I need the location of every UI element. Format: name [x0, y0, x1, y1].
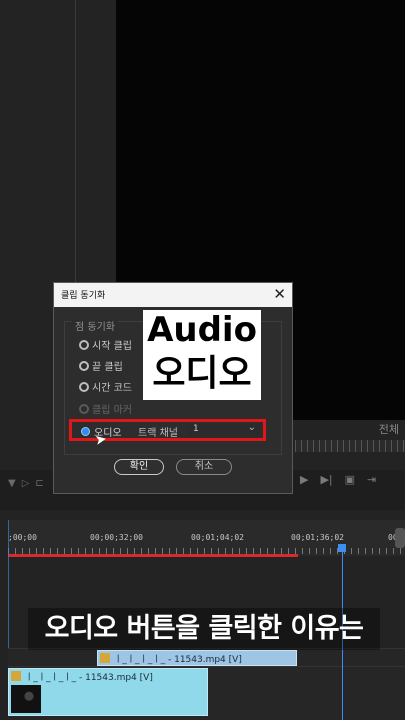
- step-forward-icon[interactable]: ▶|: [320, 473, 332, 486]
- timeline-clip[interactable]: ㅣ_ㅣ_ㅣ_ㅣ_ - 11543.mp4 [V]: [8, 668, 208, 716]
- audio-overlay-card: Audio 오디오: [143, 310, 261, 400]
- radio-start-clip[interactable]: 시작 클립: [79, 337, 132, 352]
- radio-icon: [79, 403, 89, 414]
- option-label: 시작 클립: [92, 341, 132, 352]
- radio-icon: [79, 381, 89, 392]
- group-label: 점 동기화: [72, 318, 118, 333]
- dialog-title: 클립 동기화: [61, 291, 106, 301]
- insert-icon[interactable]: ⇥: [367, 473, 376, 486]
- track-channel-label: 트랙 채널: [138, 428, 178, 439]
- fx-badge-icon: [11, 671, 21, 681]
- playhead-handle[interactable]: [338, 544, 346, 552]
- ruler-tick-label: 00;01;04;02: [191, 533, 244, 542]
- fit-dropdown[interactable]: 전체: [379, 421, 399, 437]
- filter-icon[interactable]: ▼: [8, 478, 16, 489]
- fx-badge-icon: [100, 653, 110, 663]
- mouse-cursor-icon: ➤: [93, 431, 109, 449]
- option-label: 시간 코드: [92, 383, 132, 394]
- left-tool-icons: ▼ ▷ ⊏: [8, 478, 44, 489]
- ruler-tick-label: 00;00;32;00: [90, 533, 143, 542]
- radio-timecode[interactable]: 시간 코드: [79, 379, 132, 394]
- close-icon[interactable]: ✕: [273, 285, 286, 303]
- overlay-english-text: Audio: [147, 310, 257, 350]
- option-label: 끝 클립: [92, 362, 123, 373]
- radio-clip-marker[interactable]: 클립 마커: [79, 401, 132, 416]
- overlay-korean-text: 오디오: [152, 353, 252, 394]
- timeline-clip[interactable]: ㅣ_ㅣ_ㅣ_ㅣ_ - 11543.mp4 [V]: [97, 650, 297, 666]
- ruler-tick-label: ;00;00: [8, 533, 37, 542]
- track-channel-select[interactable]: 1 ⌄: [188, 422, 260, 437]
- chevron-down-icon: ⌄: [247, 422, 256, 433]
- clip-name: ㅣ_ㅣ_ㅣ_ㅣ_ - 11543.mp4 [V]: [114, 655, 242, 665]
- step-icon[interactable]: ▷: [22, 478, 30, 489]
- track-channel-value: 1: [193, 424, 199, 434]
- play-icon[interactable]: ▶: [300, 473, 308, 486]
- bracket-icon[interactable]: ⊏: [35, 478, 43, 489]
- clip-name: ㅣ_ㅣ_ㅣ_ㅣ_ - 11543.mp4 [V]: [25, 673, 153, 683]
- monitor-mini-ruler[interactable]: [295, 440, 405, 452]
- subtitle-caption: 오디오 버튼을 클릭한 이유는: [28, 608, 380, 650]
- export-frame-icon[interactable]: ▣: [345, 473, 355, 486]
- dialog-header: 클립 동기화 ✕: [54, 283, 292, 307]
- timeline-scrollbar[interactable]: [395, 528, 405, 548]
- radio-icon: [79, 360, 89, 371]
- ok-button[interactable]: 확인: [114, 459, 164, 475]
- radio-icon: [79, 339, 89, 350]
- radio-selected-icon: [81, 427, 90, 436]
- option-label: 클립 마커: [92, 405, 132, 416]
- transport-controls: ▶ ▶| ▣ ⇥: [300, 470, 405, 488]
- ruler-tick-label: 00;01;36;02: [291, 533, 344, 542]
- work-area-bar[interactable]: [8, 554, 298, 557]
- clip-thumbnail: [11, 685, 41, 713]
- radio-end-clip[interactable]: 끝 클립: [79, 358, 123, 373]
- cancel-button[interactable]: 취소: [176, 459, 232, 475]
